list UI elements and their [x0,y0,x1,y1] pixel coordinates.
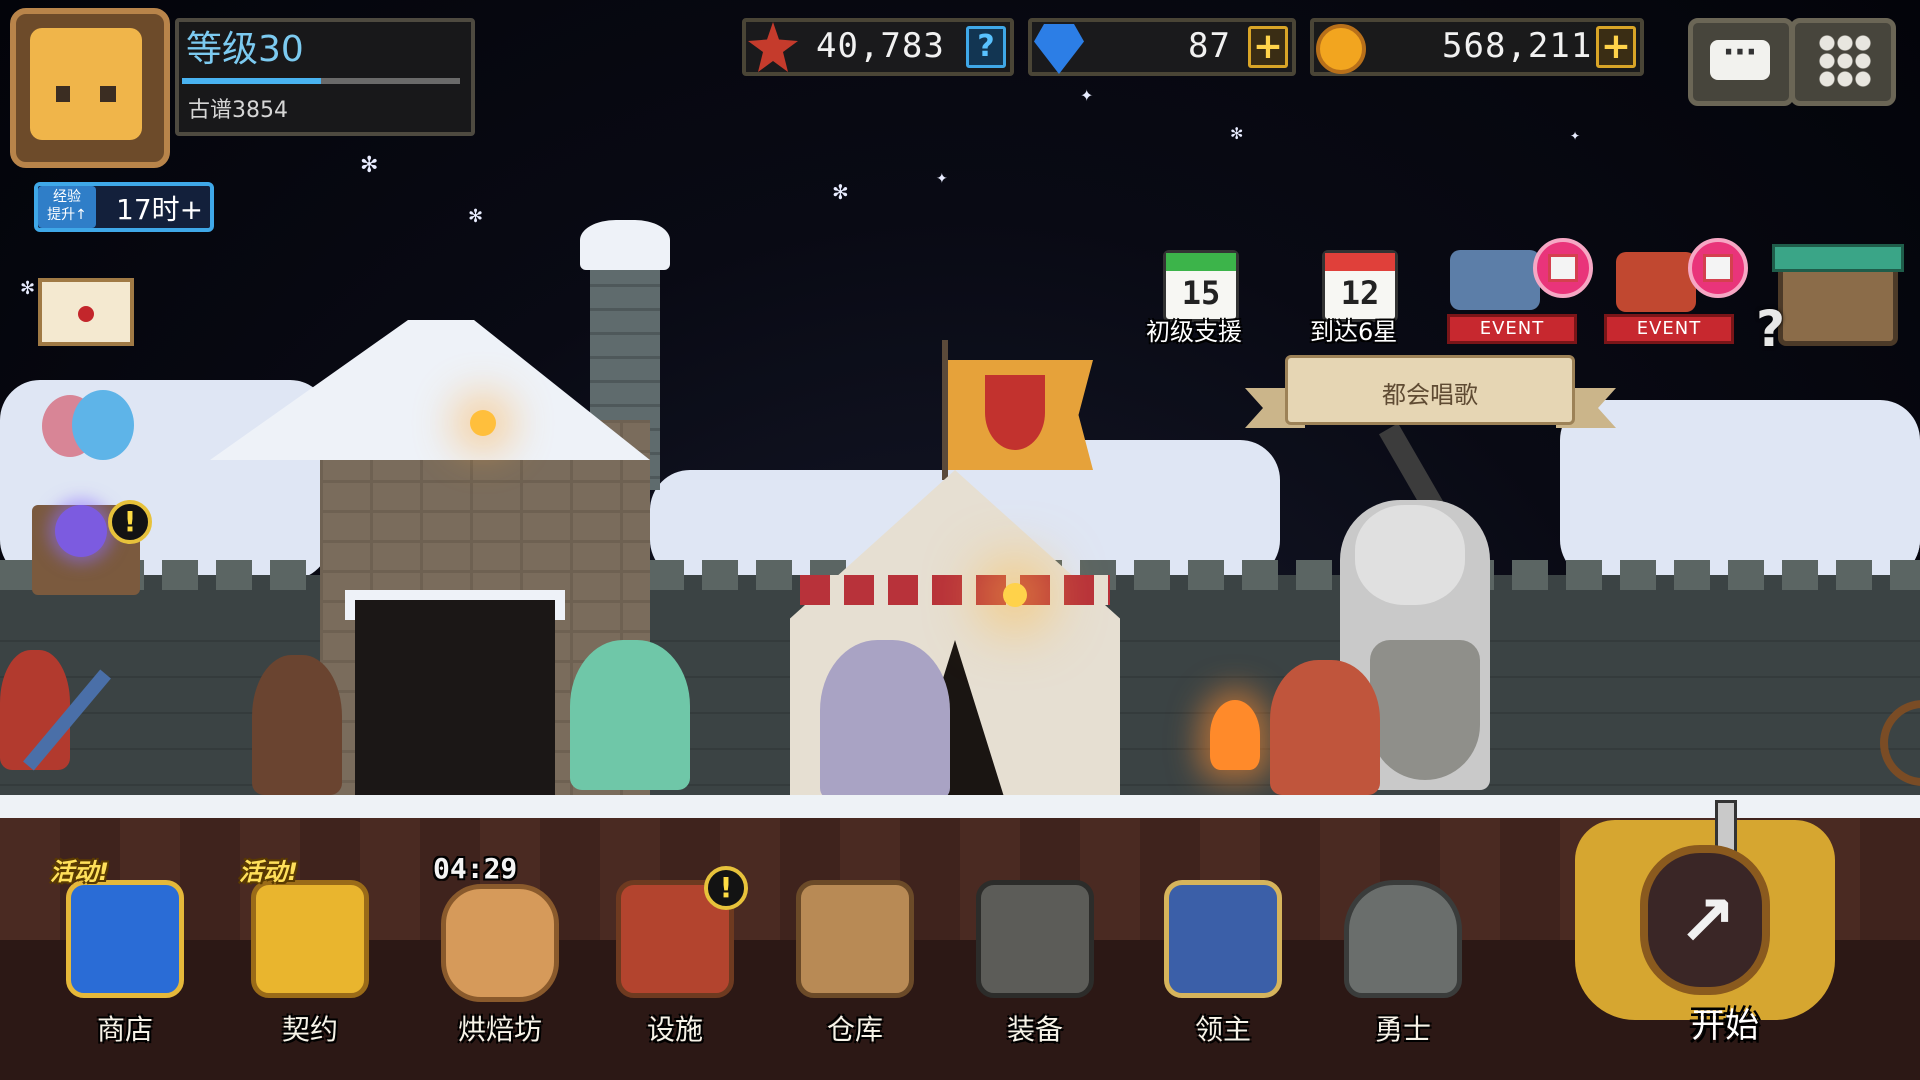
xp-boost-timer: 17时+ [116,193,204,226]
character-blacksmith[interactable] [252,655,342,795]
menu-equipment[interactable]: 装备 [960,860,1110,1060]
menu-shop[interactable]: 活动! 商店 [50,858,200,1060]
chimney-snow [580,220,670,270]
tent-lamp-icon [1003,583,1027,607]
chat-bubble-icon: ··· [1710,38,1770,80]
snowflake-icon: ✻ [360,153,379,178]
menu-warehouse[interactable]: 仓库 [780,860,930,1060]
gift-box-icon [1703,254,1733,282]
xp-boost-icon: 经验 提升↑ [38,186,96,228]
xp-bar-fill [182,78,321,84]
help-question-icon[interactable]: ? [1756,300,1785,358]
fish-event-icon[interactable] [1450,250,1540,310]
event-label-support: 初级支援 [1146,318,1242,346]
calendar-number: 12 [1340,274,1380,312]
menu-warrior[interactable]: 勇士 [1328,860,1478,1060]
notice-banner-text: 都会唱歌 [1382,381,1478,409]
menu-lord[interactable]: 领主 [1148,860,1298,1060]
event-tag: 活动! [50,858,109,886]
calendar-header [1166,253,1236,271]
player-level: 等级30 [186,29,304,70]
avatar-eyes [56,86,116,102]
potion-event-icon[interactable] [1616,252,1696,312]
character-red-hair-knight[interactable] [1270,660,1380,795]
medal-help-button[interactable]: ? [966,26,1006,68]
menu-label-facility: 设施 [646,1013,703,1046]
menu-label-lord: 领主 [1194,1013,1251,1046]
menu-label-warrior: 勇士 [1374,1013,1431,1046]
facility-alert-icon: ! [704,866,748,910]
contract-scroll-icon [251,880,369,998]
shield-emblem-icon [985,375,1045,450]
warrior-helmet-icon [1344,880,1462,998]
campfire-icon [1210,700,1260,770]
gift-box-icon [1548,254,1578,282]
statue-shield-icon [1370,640,1480,780]
menu-label-warehouse: 仓库 [826,1013,883,1046]
bakery-timer: 04:29 [433,852,518,885]
flag-pole [942,340,948,480]
lord-icon [1164,880,1282,998]
gem-value: 87 [1188,26,1231,66]
event-banner[interactable]: EVENT [1604,314,1734,344]
snowflake-icon: ✦ [1080,86,1094,105]
menu-label-equipment: 装备 [1006,1013,1063,1046]
equipment-icon [976,880,1094,998]
tent-banner-trim [800,575,1110,605]
snowflake-icon: ✻ [1230,124,1244,143]
friends-icon-blue[interactable] [72,390,134,460]
event-tag: 活动! [239,858,298,886]
menu-contract[interactable]: 活动! 契约 [235,858,385,1060]
coin-icon [1316,24,1366,74]
menu-label-shop: 商店 [96,1013,153,1046]
statue-head [1355,505,1465,605]
bakery-bread-icon [441,884,559,1002]
gold-value: 568,211 [1442,26,1593,66]
avatar-portrait [30,28,142,140]
add-gems-button[interactable]: + [1248,26,1288,68]
medal-value: 40,783 [816,26,945,66]
character-green-hair-girl[interactable] [570,640,690,790]
warehouse-barn-icon [796,880,914,998]
start-rune-icon: ↗ [1677,880,1737,962]
snowflake-icon: ✻ [832,180,849,204]
character-flower-girl[interactable] [820,640,950,800]
snowflake-icon: ✻ [468,206,484,227]
book-alert-icon: ! [108,500,152,544]
menu-facility[interactable]: ! 设施 [600,860,750,1060]
player-nickname: 古谱3854 [188,98,288,123]
snowflake-icon: ✻ [20,278,36,299]
calendar-header [1325,253,1395,271]
menu-label-contract: 契约 [281,1013,338,1046]
snowflake-icon: ✦ [1570,129,1581,143]
start-label: 开始 [1691,1006,1759,1046]
forge-entrance [355,600,555,800]
wax-seal-icon [78,306,94,322]
menu-label-bakery: 烘焙坊 [457,1013,542,1046]
grid-menu-icon [1818,34,1872,88]
menu-bakery[interactable]: 04:29 烘焙坊 [425,852,575,1060]
lantern-icon [470,410,496,436]
event-label-stars: 到达6星 [1310,318,1398,346]
shop-gem-icon [66,880,184,998]
add-gold-button[interactable]: + [1596,26,1636,68]
calendar-number: 15 [1181,274,1221,312]
event-banner[interactable]: EVENT [1447,314,1577,344]
notice-board-roof [1772,244,1904,272]
snowflake-icon: ✦ [936,171,948,187]
crystal-orb-icon [55,505,107,557]
